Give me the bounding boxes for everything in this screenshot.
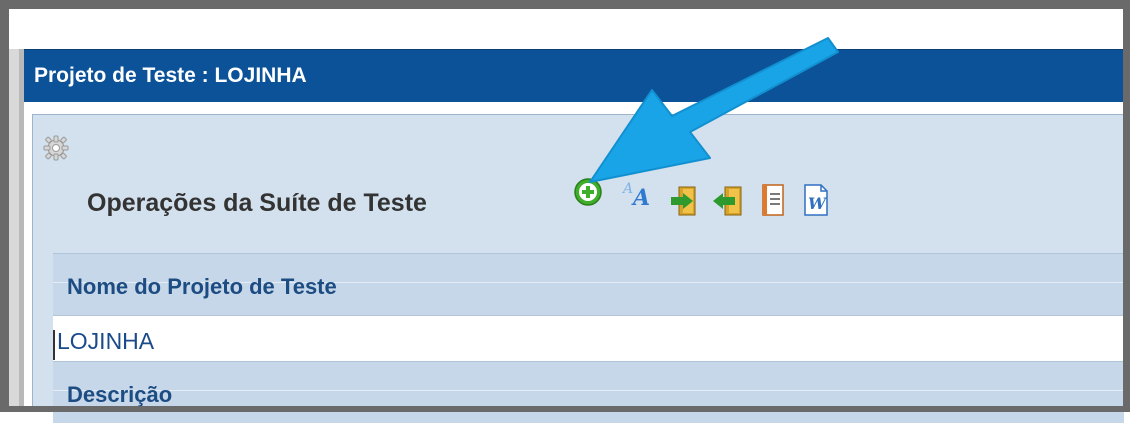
project-name-value: LOJINHA bbox=[57, 328, 155, 354]
project-name-label: Nome do Projeto de Teste bbox=[67, 274, 337, 299]
annotation-arrow-icon bbox=[589, 37, 839, 183]
gear-icon[interactable] bbox=[41, 133, 71, 163]
description-header: Descrição bbox=[53, 361, 1124, 423]
text-cursor bbox=[53, 330, 55, 360]
section-title: Operações da Suíte de Teste bbox=[87, 189, 427, 217]
description-label: Descrição bbox=[67, 382, 173, 407]
project-name-header: Nome do Projeto de Teste bbox=[53, 253, 1124, 315]
project-name-row: LOJINHA bbox=[53, 315, 1124, 361]
left-margin bbox=[9, 49, 19, 406]
header-divider bbox=[53, 390, 1124, 391]
svg-text:W: W bbox=[808, 194, 828, 213]
page-title: Projeto de Teste : LOJINHA bbox=[34, 64, 307, 87]
